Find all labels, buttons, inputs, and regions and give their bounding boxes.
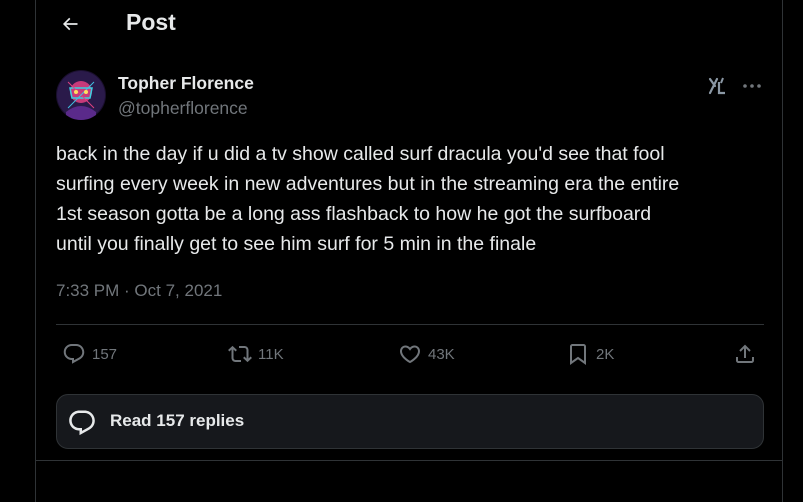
grok-icon[interactable] (706, 74, 730, 98)
repost-icon (228, 345, 252, 363)
share-button[interactable] (733, 340, 757, 368)
reply-icon (63, 344, 85, 364)
author-handle[interactable]: @topherflorence (118, 98, 248, 119)
post-column: Post Topher Florence @topherflorence bac… (35, 0, 783, 502)
author-row: Topher Florence @topherflorence (56, 70, 766, 126)
bookmark-button[interactable]: 2K (566, 340, 614, 368)
repost-count: 11K (258, 345, 284, 363)
bookmark-icon (570, 344, 586, 365)
reply-button[interactable]: 157 (62, 340, 117, 368)
avatar[interactable] (56, 70, 106, 120)
reply-icon (69, 410, 95, 436)
divider (36, 460, 782, 461)
read-replies-button[interactable]: Read 157 replies (56, 394, 764, 449)
divider (56, 324, 764, 325)
reply-count: 157 (92, 345, 118, 363)
read-replies-label: Read 157 replies (110, 411, 245, 430)
repost-button[interactable]: 11K (228, 340, 284, 368)
heart-icon (399, 345, 421, 364)
page-header: Post (36, 0, 782, 48)
back-button[interactable] (54, 8, 86, 40)
page-title: Post (126, 9, 176, 35)
share-icon (736, 344, 754, 363)
bookmark-count: 2K (596, 345, 615, 363)
more-options-icon[interactable] (740, 74, 764, 98)
post-timestamp[interactable]: 7:33 PM · Oct 7, 2021 (56, 281, 222, 301)
author-name[interactable]: Topher Florence (118, 73, 254, 94)
like-button[interactable]: 43K (398, 340, 455, 368)
like-count: 43K (428, 345, 455, 363)
post-text: back in the day if u did a tv show calle… (56, 143, 680, 255)
arrow-left-icon (62, 17, 78, 31)
